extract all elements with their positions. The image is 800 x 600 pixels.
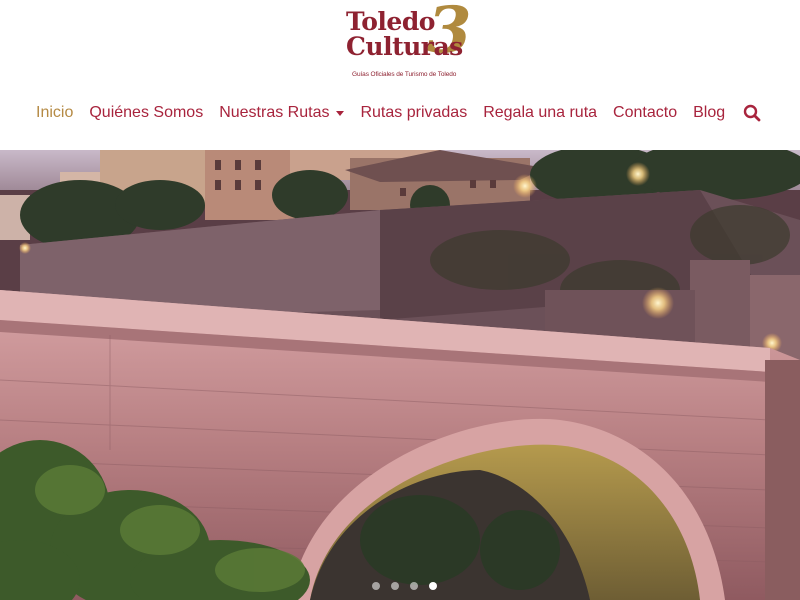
- nav-item-regala-una-ruta[interactable]: Regala una ruta: [483, 104, 597, 122]
- nav-item-label: Regala una ruta: [483, 104, 598, 121]
- nav-item-nuestras-rutas[interactable]: Nuestras Rutas: [219, 104, 345, 122]
- nav-item-inicio[interactable]: Inicio: [36, 104, 73, 122]
- slider-dot[interactable]: [372, 582, 380, 590]
- main-nav: Inicio Quiénes Somos Nuestras Rutas Ruta…: [36, 100, 763, 126]
- search-icon: [743, 104, 761, 122]
- nav-item-label: Inicio: [36, 104, 74, 121]
- nav-item-label: Contacto: [613, 104, 678, 121]
- slider-dot[interactable]: [391, 582, 399, 590]
- hero-image: [0, 150, 800, 600]
- caret-down-icon: [336, 111, 345, 116]
- slider-dots: [372, 582, 448, 590]
- hero-slider: [0, 150, 800, 600]
- nav-item-rutas-privadas[interactable]: Rutas privadas: [360, 104, 467, 122]
- nav-item-label: Rutas privadas: [360, 104, 468, 121]
- slider-dot-active[interactable]: [429, 582, 437, 590]
- site-logo[interactable]: 3 Toledo Culturas Guías Oficiales de Tur…: [340, 0, 472, 84]
- nav-item-blog[interactable]: Blog: [693, 104, 725, 122]
- nav-item-quienes-somos[interactable]: Quiénes Somos: [89, 104, 203, 122]
- search-button[interactable]: [741, 102, 763, 124]
- logo-line-1: Toledo: [346, 7, 435, 36]
- logo-tagline: Guías Oficiales de Turismo de Toledo: [352, 71, 457, 78]
- slider-dot[interactable]: [410, 582, 418, 590]
- nav-item-label: Quiénes Somos: [89, 104, 204, 121]
- site-header: 3 Toledo Culturas Guías Oficiales de Tur…: [0, 0, 800, 150]
- nav-item-label: Nuestras Rutas: [219, 104, 330, 121]
- nav-item-label: Blog: [693, 104, 726, 121]
- nav-item-contacto[interactable]: Contacto: [613, 104, 677, 122]
- logo-line-2: Culturas: [346, 32, 463, 61]
